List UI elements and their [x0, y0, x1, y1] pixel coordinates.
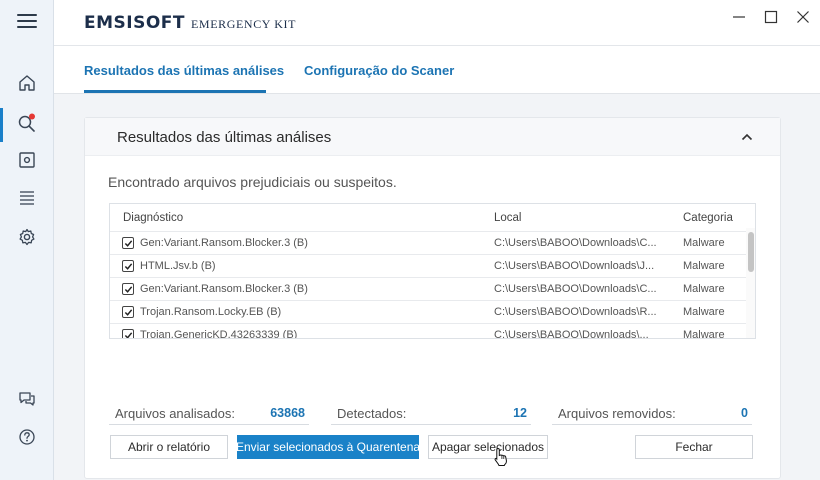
notification-dot-icon	[29, 113, 35, 119]
cell-diagnostic: Trojan.Ransom.Locky.EB (B)	[140, 306, 282, 318]
close-icon	[796, 10, 810, 29]
cell-category: Malware	[683, 329, 725, 339]
hamburger-menu-icon	[17, 13, 37, 34]
stat-files-removed: Arquivos removidos: 0	[552, 403, 752, 425]
results-panel: Resultados das últimas análises Encontra…	[84, 117, 781, 479]
tab-last-scan-results[interactable]: Resultados das últimas análises	[84, 63, 284, 78]
table-row[interactable]: HTML.Jsv.b (B) C:\Users\BABOO\Downloads\…	[110, 254, 746, 277]
cell-category: Malware	[683, 283, 725, 295]
panel-header[interactable]: Resultados das últimas análises	[85, 118, 780, 156]
row-checkbox[interactable]	[122, 283, 134, 295]
active-tab-indicator	[84, 90, 266, 93]
column-header-diagnostic[interactable]: Diagnóstico	[123, 212, 183, 224]
help-icon	[18, 428, 36, 451]
sidebar-item-scan[interactable]	[0, 106, 54, 144]
title-bar: EMSISOFT EMERGENCY KIT	[54, 0, 820, 46]
stat-detected-value: 12	[513, 406, 527, 420]
stat-removed-label: Arquivos removidos:	[558, 406, 676, 421]
cell-diagnostic: HTML.Jsv.b (B)	[140, 260, 216, 272]
close-window-button[interactable]	[792, 8, 814, 30]
checkmark-icon	[124, 285, 132, 293]
column-header-category[interactable]: Categoria	[683, 212, 733, 224]
app-logo: EMSISOFT	[84, 13, 186, 33]
chevron-up-icon	[741, 128, 753, 146]
product-name: EMERGENCY KIT	[191, 17, 297, 31]
stat-files-analyzed: Arquivos analisados: 63868	[109, 403, 309, 425]
sidebar-item-menu[interactable]	[0, 4, 54, 42]
checkmark-icon	[124, 239, 132, 247]
home-icon	[18, 74, 36, 97]
row-checkbox[interactable]	[122, 306, 134, 318]
tab-scanner-settings[interactable]: Configuração do Scaner	[304, 63, 454, 78]
search-icon	[17, 113, 37, 138]
sidebar-item-support[interactable]	[0, 382, 54, 420]
table-scrollbar-thumb[interactable]	[748, 232, 754, 272]
tab-bar: Resultados das últimas análises Configur…	[54, 46, 820, 94]
cell-diagnostic: Gen:Variant.Ransom.Blocker.3 (B)	[140, 237, 308, 249]
table-row[interactable]: Trojan.Ransom.Locky.EB (B) C:\Users\BABO…	[110, 300, 746, 323]
minimize-button[interactable]	[728, 8, 750, 30]
send-to-quarantine-button[interactable]: Enviar selecionados à Quarentena	[236, 435, 420, 459]
results-summary-text: Encontrado arquivos prejudiciais ou susp…	[108, 174, 397, 190]
table-row[interactable]: Trojan.GenericKD.43263339 (B) C:\Users\B…	[110, 323, 746, 339]
cell-category: Malware	[683, 306, 725, 318]
gear-icon	[18, 228, 36, 251]
cell-category: Malware	[683, 260, 725, 272]
checkmark-icon	[124, 331, 132, 338]
list-icon	[18, 190, 36, 211]
cell-category: Malware	[683, 237, 725, 249]
panel-title: Resultados das últimas análises	[117, 129, 332, 146]
row-checkbox[interactable]	[122, 260, 134, 272]
checkmark-icon	[124, 308, 132, 316]
column-header-location[interactable]: Local	[494, 212, 522, 224]
stat-analyzed-value: 63868	[270, 406, 305, 420]
minimize-icon	[732, 10, 746, 29]
sidebar-item-home[interactable]	[0, 66, 54, 104]
stat-detected: Detectados: 12	[331, 403, 531, 425]
row-checkbox[interactable]	[122, 237, 134, 249]
sidebar	[0, 0, 54, 480]
cell-location: C:\Users\BABOO\Downloads\J...	[494, 260, 655, 272]
close-button[interactable]: Fechar	[635, 435, 753, 459]
sidebar-item-quarantine[interactable]	[0, 143, 54, 181]
cell-diagnostic: Trojan.GenericKD.43263339 (B)	[140, 329, 298, 339]
main-content: Resultados das últimas análises Configur…	[54, 46, 820, 480]
sidebar-item-logs[interactable]	[0, 181, 54, 219]
cell-location: C:\Users\BABOO\Downloads\R...	[494, 306, 657, 318]
checkmark-icon	[124, 262, 132, 270]
delete-selected-button[interactable]: Apagar selecionados	[428, 435, 548, 459]
sidebar-item-settings[interactable]	[0, 220, 54, 258]
cell-location: C:\Users\BABOO\Downloads\C...	[494, 237, 657, 249]
maximize-icon	[764, 10, 778, 29]
collapse-button[interactable]	[738, 128, 756, 146]
stat-detected-label: Detectados:	[337, 406, 407, 421]
stat-analyzed-label: Arquivos analisados:	[115, 406, 235, 421]
stat-removed-value: 0	[741, 406, 748, 420]
quarantine-box-icon	[18, 151, 36, 174]
detections-table: Diagnóstico Local Categoria Gen:Variant.…	[109, 203, 756, 339]
open-report-button[interactable]: Abrir o relatório	[110, 435, 228, 459]
table-row[interactable]: Gen:Variant.Ransom.Blocker.3 (B) C:\User…	[110, 277, 746, 300]
chat-icon	[18, 390, 36, 413]
cell-location: C:\Users\BABOO\Downloads\...	[494, 329, 649, 339]
sidebar-item-help[interactable]	[0, 420, 54, 458]
maximize-button[interactable]	[760, 8, 782, 30]
row-checkbox[interactable]	[122, 329, 134, 338]
table-row[interactable]: Gen:Variant.Ransom.Blocker.3 (B) C:\User…	[110, 231, 746, 254]
cell-diagnostic: Gen:Variant.Ransom.Blocker.3 (B)	[140, 283, 308, 295]
cell-location: C:\Users\BABOO\Downloads\C...	[494, 283, 657, 295]
